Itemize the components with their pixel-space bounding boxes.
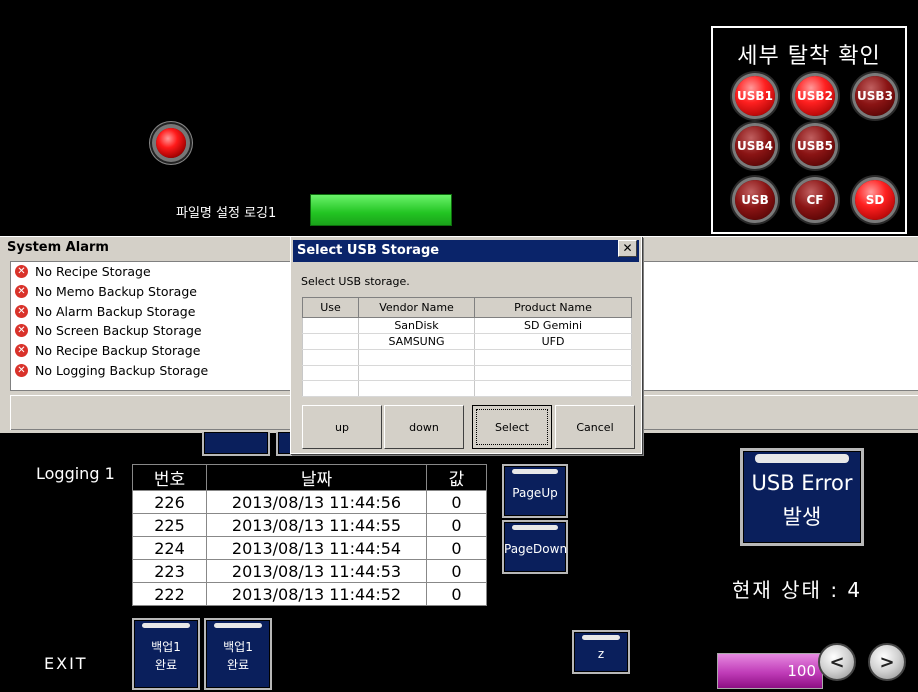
hidden-button-1[interactable] bbox=[202, 432, 270, 456]
table-row: 224 2013/08/13 11:44:54 0 bbox=[132, 536, 487, 560]
next-icon[interactable]: > bbox=[868, 643, 906, 681]
column-header: Product Name bbox=[474, 296, 632, 319]
alarm-item[interactable]: ✕ No Logging Backup Storage bbox=[11, 360, 291, 380]
backup-complete-button-1[interactable]: 백업1 완료 bbox=[132, 618, 200, 690]
error-icon: ✕ bbox=[15, 363, 28, 377]
button-cap bbox=[214, 623, 262, 628]
usb-error-indicator: USB Error 발생 bbox=[740, 448, 864, 546]
usb1-button[interactable]: USB1 bbox=[735, 76, 775, 116]
usb-panel-title: 세부 탈착 확인 bbox=[737, 44, 881, 69]
up-button[interactable]: up bbox=[302, 405, 382, 449]
alarm-item[interactable]: ✕ No Memo Backup Storage bbox=[11, 282, 291, 302]
select-button[interactable]: Select bbox=[472, 405, 552, 449]
z-button[interactable]: z bbox=[572, 630, 630, 674]
page-down-button[interactable]: PageDown bbox=[502, 520, 568, 574]
cancel-button[interactable]: Cancel bbox=[555, 405, 635, 449]
alarm-item[interactable]: ✕ No Alarm Backup Storage bbox=[11, 301, 291, 321]
usb2-button[interactable]: USB2 bbox=[795, 76, 835, 116]
dialog-message: Select USB storage. bbox=[301, 275, 410, 288]
table-row[interactable] bbox=[302, 365, 632, 382]
progress-bar: 100 bbox=[717, 653, 823, 689]
column-header: Use bbox=[302, 296, 359, 319]
button-cap bbox=[512, 469, 558, 474]
usb5-button[interactable]: USB5 bbox=[795, 126, 835, 166]
alarm-item[interactable]: ✕ No Screen Backup Storage bbox=[11, 321, 291, 341]
logging-table: 번호 날짜 값 226 2013/08/13 11:44:56 0 225 2013/… bbox=[132, 464, 487, 606]
indicator-cap bbox=[755, 454, 849, 463]
filename-setting-label: 파일명 설정 로깅1 bbox=[176, 206, 277, 221]
error-icon: ✕ bbox=[15, 265, 28, 279]
column-header: 날짜 bbox=[206, 464, 427, 491]
previous-icon[interactable]: < bbox=[818, 643, 856, 681]
button-cap bbox=[142, 623, 190, 628]
error-icon: ✕ bbox=[15, 324, 28, 338]
cf-button[interactable]: CF bbox=[795, 180, 835, 220]
status-lamp bbox=[156, 128, 186, 158]
alarm-list-continued bbox=[640, 261, 918, 391]
exit-button[interactable]: EXIT bbox=[44, 654, 88, 673]
error-icon: ✕ bbox=[15, 344, 28, 358]
table-row: 225 2013/08/13 11:44:55 0 bbox=[132, 513, 487, 537]
table-row[interactable]: SanDisk SD Gemini bbox=[302, 317, 632, 334]
column-header: 번호 bbox=[132, 464, 207, 491]
backup-complete-button-2[interactable]: 백업1 완료 bbox=[204, 618, 272, 690]
table-row: 226 2013/08/13 11:44:56 0 bbox=[132, 490, 487, 514]
usb-storage-table: Use Vendor Name Product Name SanDisk SD … bbox=[302, 296, 632, 397]
progress-value: 100 bbox=[787, 662, 816, 680]
usb-button[interactable]: USB bbox=[735, 180, 775, 220]
column-header: Vendor Name bbox=[358, 296, 475, 319]
sd-button[interactable]: SD bbox=[855, 180, 895, 220]
table-row[interactable] bbox=[302, 349, 632, 366]
table-row[interactable]: SAMSUNG UFD bbox=[302, 333, 632, 350]
usb-detach-panel: 세부 탈착 확인 USB1 USB2 USB3 USB4 USB5 USB CF… bbox=[711, 26, 907, 234]
table-row: 222 2013/08/13 11:44:52 0 bbox=[132, 582, 487, 606]
filename-status-bar bbox=[310, 194, 452, 226]
select-usb-dialog: Select USB Storage ✕ Select USB storage.… bbox=[290, 236, 642, 454]
down-button[interactable]: down bbox=[384, 405, 464, 449]
logging-label: Logging 1 bbox=[36, 464, 115, 483]
table-row: 223 2013/08/13 11:44:53 0 bbox=[132, 559, 487, 583]
error-icon: ✕ bbox=[15, 304, 28, 318]
button-cap bbox=[512, 525, 558, 530]
alarm-item[interactable]: ✕ No Recipe Storage bbox=[11, 262, 291, 282]
close-icon[interactable]: ✕ bbox=[618, 240, 637, 257]
alarm-window-title: System Alarm bbox=[7, 240, 109, 255]
error-icon: ✕ bbox=[15, 285, 28, 299]
table-row[interactable] bbox=[302, 380, 632, 397]
current-status: 현재 상태 : 4 bbox=[732, 578, 863, 602]
alarm-item[interactable]: ✕ No Recipe Backup Storage bbox=[11, 341, 291, 361]
usb3-button[interactable]: USB3 bbox=[855, 76, 895, 116]
usb4-button[interactable]: USB4 bbox=[735, 126, 775, 166]
page-up-button[interactable]: PageUp bbox=[502, 464, 568, 518]
column-header: 값 bbox=[426, 464, 487, 491]
button-cap bbox=[582, 635, 620, 640]
dialog-title: Select USB Storage bbox=[293, 240, 639, 262]
alarm-list[interactable]: ✕ No Recipe Storage ✕ No Memo Backup Stora… bbox=[10, 261, 292, 391]
